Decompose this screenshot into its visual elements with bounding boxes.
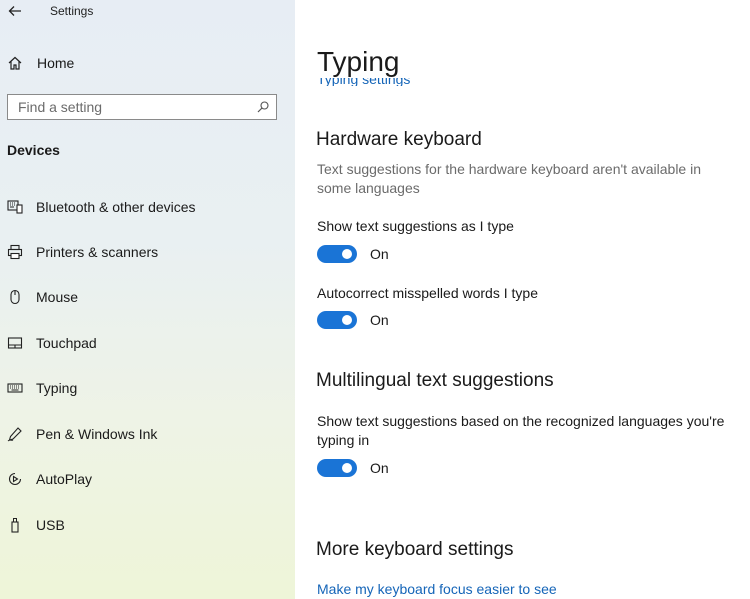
sidebar-item-typing[interactable]: Typing [0,373,295,403]
sidebar-item-usb[interactable]: USB [0,510,295,540]
search-icon[interactable] [256,100,270,114]
sidebar-item-label: Touchpad [36,335,97,351]
mouse-icon [7,289,23,305]
sidebar-item-autoplay[interactable]: AutoPlay [0,464,295,494]
sidebar: Settings Home Find a setting Devices Blu… [0,0,295,599]
toggle-state-label: On [370,246,389,262]
hardware-keyboard-description: Text suggestions for the hardware keyboa… [317,161,702,196]
search-placeholder: Find a setting [18,99,103,115]
show-suggestions-toggle-row: On [317,244,389,264]
app-title: Settings [50,4,94,18]
clipped-link-text: Typing settings [317,78,411,86]
keyboard-focus-link[interactable]: Make my keyboard focus easier to see [317,581,557,597]
sidebar-item-touchpad[interactable]: Touchpad [0,328,295,358]
sidebar-item-label: AutoPlay [36,471,93,487]
touchpad-icon [7,335,23,351]
multilingual-suggestions-toggle[interactable] [317,459,357,477]
toggle-state-label: On [370,312,389,328]
sidebar-item-label: Bluetooth & other devices [36,199,196,215]
sidebar-item-label: Pen & Windows Ink [36,426,158,442]
main-content: Typing Typing settings Hardware keyboard… [295,0,750,599]
sidebar-item-label: Typing [36,380,78,396]
sidebar-item-mouse[interactable]: Mouse [0,282,295,312]
autocorrect-label: Autocorrect misspelled words I type [317,285,538,301]
autocorrect-toggle-row: On [317,310,389,330]
home-nav-item[interactable]: Home [0,50,295,76]
printer-icon [7,244,23,260]
section-header: Devices [7,142,60,158]
toggle-state-label: On [370,460,389,476]
clipped-link[interactable]: Typing settings [317,78,410,86]
multilingual-suggestions-label: Show text suggestions based on the recog… [317,413,725,448]
sidebar-item-printers[interactable]: Printers & scanners [0,237,295,267]
pen-icon [7,426,23,442]
sidebar-item-bluetooth[interactable]: Bluetooth & other devices [0,192,295,222]
bluetooth-devices-icon [7,199,23,215]
search-input[interactable]: Find a setting [7,94,277,120]
sidebar-item-label: Mouse [36,289,79,305]
sidebar-item-pen[interactable]: Pen & Windows Ink [0,419,295,449]
multilingual-toggle-row: On [317,458,389,478]
autoplay-icon [7,471,23,487]
back-button[interactable] [4,0,26,22]
show-suggestions-label: Show text suggestions as I type [317,218,514,234]
hardware-keyboard-heading: Hardware keyboard [316,129,482,150]
toggle-knob [342,463,352,473]
toggle-knob [342,315,352,325]
keyboard-icon [7,380,23,396]
title-bar: Settings [0,0,295,24]
toggle-knob [342,249,352,259]
sidebar-item-label: Printers & scanners [36,244,159,260]
sidebar-item-label: USB [36,517,65,533]
usb-icon [7,517,23,533]
home-label: Home [37,55,75,71]
multilingual-heading: Multilingual text suggestions [316,370,554,391]
show-suggestions-toggle[interactable] [317,245,357,263]
back-arrow-icon [8,6,21,16]
page-title: Typing [317,46,400,77]
autocorrect-toggle[interactable] [317,311,357,329]
home-icon [7,55,23,71]
more-keyboard-heading: More keyboard settings [316,539,514,560]
